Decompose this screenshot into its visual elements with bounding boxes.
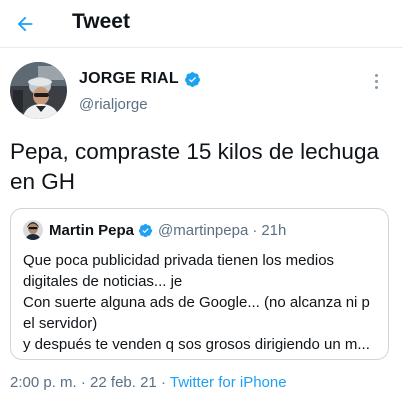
tweet-meta: 2:00 p. m. · 22 feb. 21 · Twitter for iP… — [10, 374, 287, 391]
tweet-text: Pepa, compraste 15 kilos de lechuga en G… — [10, 137, 390, 197]
tweet-text-line: Pepa, compraste 15 kilos de lechuga — [10, 139, 379, 164]
quoted-text-line: digitales de noticias... je — [23, 273, 183, 290]
tweet-text-line: en GH — [10, 169, 76, 194]
tweet-author: JORGE RIAL @rialjorge — [10, 62, 393, 122]
quoted-text-line: el servidor) — [23, 315, 98, 332]
quoted-text-line: Con suerte alguna ads de Google... (no a… — [23, 294, 370, 311]
separator-dot: · — [252, 221, 258, 239]
author-name-row[interactable]: JORGE RIAL — [79, 70, 201, 88]
verified-badge-icon — [184, 71, 200, 87]
author-name[interactable]: JORGE RIAL — [79, 70, 179, 88]
avatar[interactable] — [10, 62, 67, 119]
timestamp-time[interactable]: 2:00 p. m. — [10, 374, 77, 391]
author-handle[interactable]: @rialjorge — [79, 96, 148, 113]
arrow-left-icon — [17, 16, 33, 32]
timestamp-date[interactable]: 22 feb. 21 — [90, 374, 157, 391]
quoted-tweet-text: Que poca publicidad privada tienen los m… — [23, 250, 383, 355]
back-button[interactable] — [10, 9, 40, 39]
quoted-text-line: y después te venden q sos grosos dirigie… — [23, 336, 370, 353]
quoted-author-name: Martin Pepa — [49, 221, 135, 239]
quoted-time-ago: 21h — [261, 221, 287, 239]
more-options-button[interactable] — [367, 70, 385, 92]
quoted-tweet-header: Martin Pepa @martinpepa · 21h — [23, 220, 286, 240]
separator-dot: · — [80, 374, 86, 391]
header-bar: Tweet — [0, 0, 403, 48]
verified-badge-icon — [138, 223, 153, 237]
quoted-author-handle: @martinpepa — [158, 221, 249, 239]
separator-dot: · — [160, 374, 166, 391]
source-link[interactable]: Twitter for iPhone — [170, 374, 287, 391]
quoted-tweet[interactable]: Martin Pepa @martinpepa · 21h Que poca p… — [10, 208, 389, 360]
quoted-avatar — [23, 220, 43, 240]
page-title: Tweet — [72, 10, 130, 33]
quoted-text-line: Que poca publicidad privada tienen los m… — [23, 252, 335, 269]
more-dots-icon — [374, 73, 378, 77]
